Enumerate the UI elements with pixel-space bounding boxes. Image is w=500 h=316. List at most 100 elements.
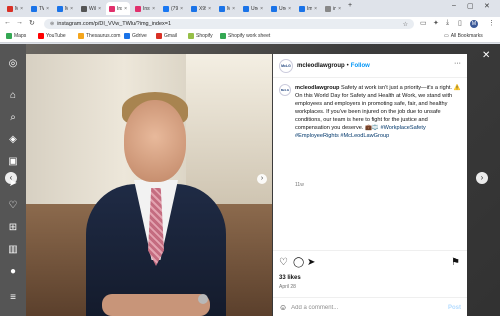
comment-input[interactable]: [291, 304, 432, 311]
emoji-icon[interactable]: ☺: [279, 303, 287, 312]
tab-close-icon[interactable]: ×: [152, 6, 155, 12]
next-image-arrow-icon[interactable]: ›: [257, 174, 267, 184]
bookmark-item[interactable]: Shopify work sheet: [220, 33, 270, 39]
tab-close-icon[interactable]: ×: [260, 6, 263, 12]
browser-tab[interactable]: Image×: [296, 2, 320, 15]
tab-favicon-icon: [57, 5, 63, 12]
browser-tab[interactable]: Man×: [216, 2, 238, 15]
bookmark-favicon-icon: [124, 33, 130, 39]
caption-body: Safety at work isn't just a priority—it'…: [295, 85, 461, 131]
portrait-figure: [86, 84, 226, 316]
heart-icon[interactable]: ♡: [279, 257, 288, 269]
browser-tab[interactable]: Willian×: [78, 2, 104, 15]
browser-tab[interactable]: Instag×: [132, 2, 158, 15]
tab-label: Under: [279, 5, 286, 12]
bookmark-favicon-icon: [188, 33, 194, 39]
close-window-icon[interactable]: ✕: [484, 2, 490, 10]
tab-label: (79) M: [171, 5, 179, 12]
bookmarks-bar: ▭ All Bookmarks Maps YouTube Thesaurus.com…: [0, 30, 500, 43]
browser-tab[interactable]: image×: [322, 2, 344, 15]
bookmark-star-icon[interactable]: ☆: [403, 21, 408, 28]
bookmark-item[interactable]: Gdrive: [124, 33, 147, 39]
bookmark-item[interactable]: YouTube: [38, 33, 66, 39]
like-count[interactable]: 33 likes: [279, 275, 301, 281]
browser-tab[interactable]: Under×: [268, 2, 294, 15]
tab-close-icon[interactable]: ×: [232, 6, 235, 12]
tab-close-icon[interactable]: ×: [338, 6, 341, 12]
search-icon[interactable]: ⌕: [7, 112, 19, 124]
sidepanel-icon[interactable]: ▯: [458, 19, 462, 27]
post-date: April 28: [279, 284, 296, 290]
tab-close-icon[interactable]: ×: [46, 6, 49, 12]
browser-tab[interactable]: Ins×: [106, 2, 130, 15]
tab-bar: M Inbox×TWKY×Most×Willian×Ins×Instag×(79…: [0, 0, 500, 17]
tab-label: Instag: [143, 5, 150, 12]
instagram-icon[interactable]: ◎: [7, 58, 19, 70]
new-tab-icon[interactable]: +: [348, 2, 352, 9]
browser-tab[interactable]: Most×: [54, 2, 76, 15]
tab-label: X99 N: [199, 5, 206, 12]
bookmark-label: Gmail: [164, 33, 178, 39]
account-avatar[interactable]: McLG: [279, 58, 293, 73]
tab-close-icon[interactable]: ×: [20, 6, 23, 12]
caption-avatar[interactable]: McLG: [279, 84, 291, 96]
home-icon[interactable]: ⌂: [7, 90, 19, 102]
tab-close-icon[interactable]: ×: [180, 6, 183, 12]
url-field[interactable]: ⊜ instagram.com/p/DI_VVw_TWlu/?img_index…: [44, 19, 414, 29]
notifications-icon[interactable]: ♡: [7, 200, 19, 212]
bookmark-item[interactable]: Gmail: [156, 33, 177, 39]
bookmark-icon[interactable]: ⚑: [451, 257, 460, 269]
close-post-icon[interactable]: ✕: [482, 50, 490, 61]
bookmark-label: Maps: [14, 33, 27, 39]
next-post-arrow-icon[interactable]: ›: [476, 172, 488, 184]
bookmark-item[interactable]: Shopify: [188, 33, 213, 39]
back-icon[interactable]: ←: [4, 19, 11, 26]
browser-tab[interactable]: X99 N×: [188, 2, 214, 15]
reload-icon[interactable]: ↻: [29, 19, 35, 27]
tab-label: Most: [65, 5, 69, 12]
watch: [198, 294, 208, 304]
minimize-icon[interactable]: –: [452, 2, 456, 9]
tab-close-icon[interactable]: ×: [124, 6, 127, 12]
send-icon[interactable]: ➤: [307, 257, 315, 269]
tab-close-icon[interactable]: ×: [208, 6, 211, 12]
post-comment-button[interactable]: Post: [448, 305, 461, 311]
post-image[interactable]: [26, 54, 272, 316]
bookmark-label: Shopify: [196, 33, 213, 39]
more-options-icon[interactable]: ···: [454, 60, 461, 67]
browser-tab[interactable]: Under×: [240, 2, 266, 15]
tab-close-icon[interactable]: ×: [314, 6, 317, 12]
reels-icon[interactable]: ▣: [7, 156, 19, 168]
site-info-icon[interactable]: ⊜: [50, 21, 54, 27]
browser-tab[interactable]: (79) M×: [160, 2, 186, 15]
browser-tab[interactable]: M Inbox×: [4, 2, 26, 15]
cast-icon[interactable]: ▭: [420, 19, 427, 27]
tab-favicon-icon: [243, 5, 249, 12]
bookmark-item[interactable]: Thesaurus.com: [78, 33, 120, 39]
tab-label: Ins: [117, 5, 122, 12]
forward-icon[interactable]: →: [16, 19, 23, 26]
tab-label: Image: [307, 5, 313, 12]
prev-post-arrow-icon[interactable]: ‹: [5, 172, 17, 184]
dashboard-icon[interactable]: ▥: [7, 244, 19, 256]
explore-icon[interactable]: ◈: [7, 134, 19, 146]
comment-bar: ☺ Post: [273, 297, 467, 316]
account-username[interactable]: mcleodlawgroup: [297, 63, 345, 69]
tab-close-icon[interactable]: ×: [98, 6, 101, 12]
bookmark-item[interactable]: Maps: [6, 33, 26, 39]
profile-avatar[interactable]: M: [470, 20, 478, 28]
extensions-icon[interactable]: ✦: [433, 19, 439, 27]
comment-icon[interactable]: ◯: [293, 257, 304, 269]
create-icon[interactable]: ⊞: [7, 222, 19, 234]
all-bookmarks[interactable]: ▭ All Bookmarks: [444, 33, 483, 39]
tab-close-icon[interactable]: ×: [288, 6, 291, 12]
tab-close-icon[interactable]: ×: [70, 6, 73, 12]
menu-icon[interactable]: ⋮: [488, 19, 495, 27]
caption-username[interactable]: mcleodlawgroup: [295, 85, 339, 91]
more-menu-icon[interactable]: ≡: [7, 292, 19, 304]
maximize-icon[interactable]: ▢: [467, 2, 474, 10]
browser-tab[interactable]: TWKY×: [28, 2, 52, 15]
profile-icon[interactable]: ●: [7, 266, 19, 278]
downloads-icon[interactable]: ⤓: [446, 19, 449, 27]
follow-button[interactable]: Follow: [351, 63, 370, 69]
